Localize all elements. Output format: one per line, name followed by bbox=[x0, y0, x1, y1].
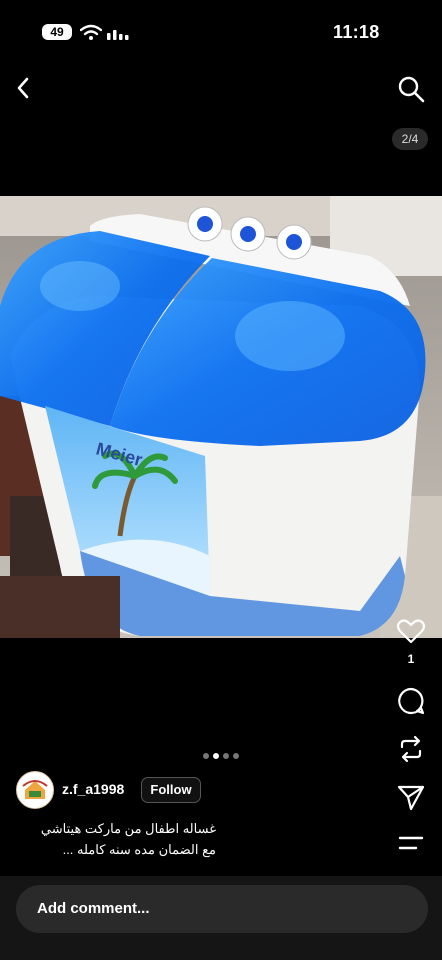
post-photo[interactable]: Meier bbox=[0, 196, 442, 638]
store-logo-icon bbox=[18, 773, 52, 807]
washing-machine-image: Meier bbox=[0, 196, 442, 638]
carousel-dot bbox=[233, 753, 239, 759]
photo-counter: 2/4 bbox=[392, 128, 428, 150]
like-count: 1 bbox=[407, 652, 415, 666]
wifi-icon bbox=[80, 24, 102, 40]
comment-placeholder: Add comment... bbox=[37, 900, 150, 917]
signal-icon bbox=[107, 30, 129, 40]
share-icon[interactable] bbox=[396, 782, 426, 812]
carousel-dot bbox=[223, 753, 229, 759]
more-options-icon[interactable] bbox=[396, 828, 426, 858]
caption-line: غساله اطفال من ماركت هيتاشي bbox=[40, 821, 216, 836]
battery-indicator: 49 bbox=[42, 24, 72, 40]
repost-icon[interactable] bbox=[396, 734, 426, 764]
carousel-dot bbox=[203, 753, 209, 759]
post-caption[interactable]: غساله اطفال من ماركت هيتاشي مع الضمان مد… bbox=[16, 818, 216, 860]
chevron-left-icon[interactable] bbox=[12, 74, 38, 102]
clock-time: 11:18 bbox=[333, 22, 380, 42]
username[interactable]: z.f_a1998 bbox=[62, 781, 124, 797]
search-icon[interactable] bbox=[396, 74, 426, 104]
follow-button[interactable]: Follow bbox=[141, 777, 201, 803]
caption-line: مع الضمان مده سنه كامله ... bbox=[62, 842, 216, 857]
carousel-dot-active bbox=[213, 753, 219, 759]
comment-icon[interactable] bbox=[396, 686, 426, 716]
avatar[interactable] bbox=[16, 771, 54, 809]
status-bar: 49 11:18 bbox=[0, 0, 442, 60]
carousel-indicator bbox=[203, 752, 243, 760]
heart-icon[interactable] bbox=[396, 616, 426, 646]
